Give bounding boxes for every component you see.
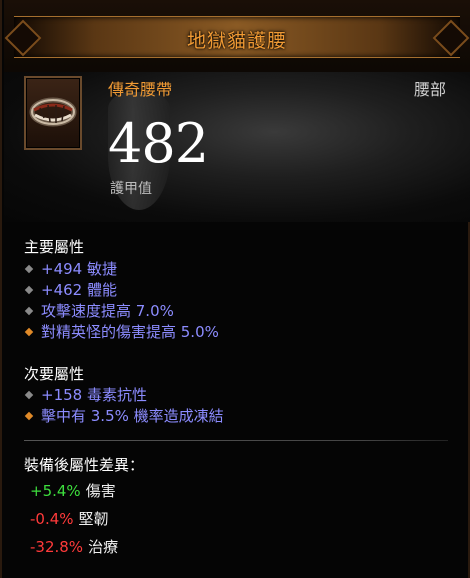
item-icon-frame	[24, 76, 82, 150]
gray-diamond-icon	[24, 285, 34, 294]
orange-diamond-icon	[24, 327, 34, 336]
primary-affix: +494 敏捷	[24, 258, 117, 279]
item-slot: 腰部	[413, 80, 446, 99]
armor-value: 482	[108, 112, 209, 175]
stat-diff-row: -0.4% 堅韌	[30, 510, 109, 528]
item-name: 地獄貓護腰	[186, 30, 287, 52]
title-bar: 地獄貓護腰	[4, 0, 470, 74]
primary-affix: 對精英怪的傷害提高 5.0%	[24, 321, 219, 342]
primary-attributes-heading: 主要屬性	[24, 238, 85, 256]
gray-diamond-icon	[24, 306, 34, 315]
item-tooltip: 地獄貓護腰 傳奇腰帶 腰部 482 護甲值 主要屬性 +494 敏捷 +462 …	[0, 0, 470, 578]
gray-diamond-icon	[24, 390, 34, 399]
belt-icon	[29, 97, 77, 127]
stat-diff-row: -32.8% 治療	[30, 538, 119, 556]
primary-affix: 攻擊速度提高 7.0%	[24, 300, 174, 321]
secondary-affix: 擊中有 3.5% 機率造成凍結	[24, 405, 224, 426]
stat-diff-heading: 裝備後屬性差異：	[24, 456, 145, 474]
orange-diamond-icon	[24, 411, 34, 420]
gray-diamond-icon	[24, 264, 34, 273]
stat-diff-row: +5.4% 傷害	[30, 482, 116, 500]
primary-affix: +462 體能	[24, 279, 117, 300]
title-plate: 地獄貓護腰	[14, 16, 460, 58]
secondary-affix: +158 毒素抗性	[24, 384, 147, 405]
item-type: 傳奇腰帶	[108, 80, 173, 99]
secondary-attributes-heading: 次要屬性	[24, 365, 85, 383]
armor-label: 護甲值	[110, 181, 152, 197]
divider	[24, 440, 448, 441]
